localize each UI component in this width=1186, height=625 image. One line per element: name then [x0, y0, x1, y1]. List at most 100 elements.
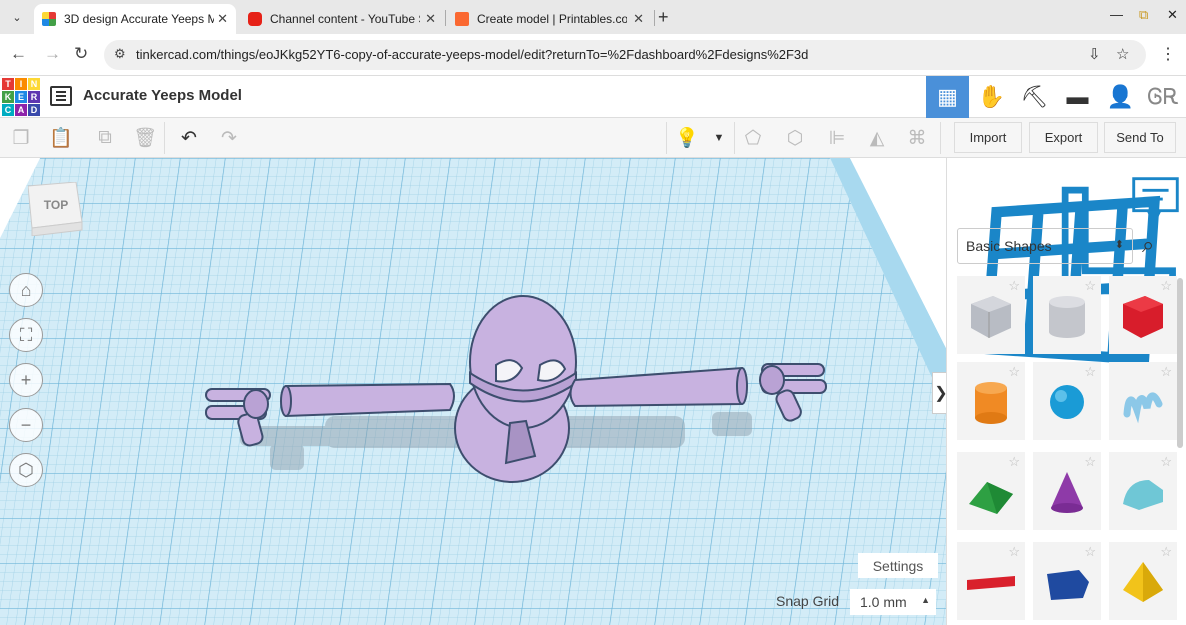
shape-library-select[interactable]: Basic Shapes ⬍	[957, 228, 1133, 264]
tab-title: Create model | Printables.com	[477, 12, 627, 26]
logo-letter: E	[15, 91, 27, 103]
tab-title: 3D design Accurate Yeeps Mod	[64, 12, 214, 26]
group-icon[interactable]: ⬠	[740, 126, 766, 150]
redo-icon[interactable]: ↷	[216, 126, 242, 150]
export-button[interactable]: Export	[1029, 122, 1098, 153]
tab-title: Channel content - YouTube Stu	[270, 12, 420, 26]
shape-text[interactable]: ☆	[957, 542, 1025, 620]
paste-icon[interactable]: 📋	[48, 126, 74, 150]
shape-box[interactable]: ☆	[1109, 276, 1177, 354]
browser-menu-icon[interactable]: ⋮	[1160, 44, 1176, 64]
youtube-favicon	[248, 12, 262, 26]
design-title[interactable]: Accurate Yeeps Model	[83, 87, 242, 104]
align-icon[interactable]: ⊫	[824, 126, 850, 150]
url-text[interactable]: tinkercad.com/things/eoJKkg52YT6-copy-of…	[136, 47, 808, 62]
restore-icon[interactable]: ⧉	[1139, 7, 1148, 23]
home-view-icon[interactable]: ⌂	[9, 273, 43, 307]
divider	[734, 122, 735, 154]
shapes-panel: Basic Shapes ⬍ ⌕ ☆ ☆ ☆ ☆ ☆ ☆ ☆ ☆ ☆ ☆ ☆ ☆	[946, 158, 1186, 625]
close-tab-icon[interactable]: ✕	[217, 11, 228, 27]
close-tab-icon[interactable]: ✕	[633, 11, 644, 27]
settings-button[interactable]: Settings	[858, 553, 938, 578]
divider	[164, 122, 165, 154]
snap-grid-value: 1.0 mm	[860, 594, 907, 610]
new-tab-icon[interactable]: +	[658, 7, 669, 28]
snap-grid-select[interactable]: 1.0 mm ▲	[850, 589, 936, 615]
shape-cylinder-hole[interactable]: ☆	[1033, 276, 1101, 354]
shape-cone[interactable]: ☆	[1033, 452, 1101, 530]
edit-toolbar: ❐ 📋 ⧉ 🗑 ↶ ↷ 💡 ▼ ⬠ ⬡ ⊫ ◭ ⌘ Import Export …	[0, 118, 1186, 158]
browser-tab-printables[interactable]: Create model | Printables.com ✕	[447, 4, 652, 34]
grid-view-icon[interactable]: ▦	[926, 76, 969, 118]
divider	[940, 122, 941, 154]
logo-letter: A	[15, 104, 27, 116]
lightbulb-icon[interactable]: 💡	[674, 126, 700, 150]
send-to-button[interactable]: Send To	[1104, 122, 1176, 153]
dropdown-caret-icon[interactable]: ▼	[706, 126, 732, 150]
tinkercad-logo[interactable]: T I N K E R C A D	[2, 78, 40, 116]
view-cube-label: TOP	[44, 198, 68, 212]
reload-icon[interactable]: ↻	[74, 44, 88, 64]
shape-sphere[interactable]: ☆	[1033, 362, 1101, 440]
tab-divider	[654, 10, 655, 26]
avatar-icon[interactable]: ᎶᎡ	[1142, 76, 1185, 118]
workplane-viewport[interactable]: TOP ⌂ ⛶ + − ⬡	[0, 158, 946, 625]
logo-letter: I	[15, 78, 27, 90]
shape-library-value: Basic Shapes	[966, 238, 1052, 254]
logo-letter: R	[28, 91, 40, 103]
browser-tab-tinkercad[interactable]: 3D design Accurate Yeeps Mod ✕	[34, 4, 236, 34]
bricks-icon[interactable]: ⛏	[1013, 76, 1056, 118]
panel-scrollbar[interactable]	[1177, 278, 1183, 448]
bookmark-star-icon[interactable]: ☆	[1116, 45, 1129, 63]
tab-divider	[445, 10, 446, 26]
shape-round-roof[interactable]: ☆	[1109, 452, 1177, 530]
shape-scribble[interactable]: ☆	[1109, 362, 1177, 440]
notes-icon[interactable]	[1125, 170, 1186, 231]
delete-icon[interactable]: 🗑	[132, 126, 158, 150]
logo-letter: T	[2, 78, 14, 90]
site-info-icon[interactable]: ⚙	[114, 46, 126, 62]
copy-icon[interactable]: ❐	[8, 126, 34, 150]
view-cube[interactable]: TOP	[28, 182, 84, 236]
browser-tab-bar: ⌄ 3D design Accurate Yeeps Mod ✕ Channel…	[0, 0, 1186, 34]
tab-search-dropdown-icon[interactable]: ⌄	[6, 6, 28, 28]
mirror-icon[interactable]: ◭	[864, 126, 890, 150]
workplane-grid	[0, 158, 946, 625]
import-button[interactable]: Import	[954, 122, 1022, 153]
shape-polygon[interactable]: ☆	[1033, 542, 1101, 620]
cruise-icon[interactable]: ⌘	[904, 126, 930, 150]
search-icon[interactable]: ⌕	[1142, 232, 1154, 258]
logo-letter: K	[2, 91, 14, 103]
back-icon[interactable]: ←	[10, 44, 27, 64]
blocks-icon[interactable]: ✋	[970, 76, 1013, 118]
close-window-icon[interactable]: ✕	[1167, 7, 1178, 23]
fit-all-icon[interactable]: ⛶	[9, 318, 43, 352]
shape-roof[interactable]: ☆	[957, 452, 1025, 530]
zoom-out-icon[interactable]: −	[9, 408, 43, 442]
url-field[interactable]: ⚙ tinkercad.com/things/eoJKkg52YT6-copy-…	[104, 40, 1146, 70]
browser-tab-youtube[interactable]: Channel content - YouTube Stu ✕	[240, 4, 444, 34]
duplicate-icon[interactable]: ⧉	[92, 126, 118, 150]
snap-grid-label: Snap Grid	[776, 593, 840, 609]
close-tab-icon[interactable]: ✕	[425, 11, 436, 27]
ungroup-icon[interactable]: ⬡	[782, 126, 808, 150]
logo-letter: D	[28, 104, 40, 116]
select-arrow-icon: ⬍	[1114, 239, 1124, 251]
address-bar: ← → ↻ ⚙ tinkercad.com/things/eoJKkg52YT6…	[0, 34, 1186, 76]
logo-letter: C	[2, 104, 14, 116]
add-user-icon[interactable]: 👤	[1099, 76, 1142, 118]
lego-icon[interactable]: ▬	[1056, 76, 1099, 118]
perspective-icon[interactable]: ⬡	[9, 453, 43, 487]
undo-icon[interactable]: ↶	[176, 126, 202, 150]
shape-box-hole[interactable]: ☆	[957, 276, 1025, 354]
minimize-icon[interactable]: —	[1110, 7, 1123, 22]
zoom-in-icon[interactable]: +	[9, 363, 43, 397]
forward-icon[interactable]: →	[44, 44, 61, 64]
divider	[666, 122, 667, 154]
shape-cylinder[interactable]: ☆	[957, 362, 1025, 440]
install-app-icon[interactable]: ⇩	[1088, 45, 1101, 63]
design-list-icon[interactable]	[50, 86, 72, 106]
app-header: T I N K E R C A D Accurate Yeeps Model ▦…	[0, 76, 1186, 118]
shape-pyramid[interactable]: ☆	[1109, 542, 1177, 620]
caret-icon: ▲	[921, 595, 930, 605]
